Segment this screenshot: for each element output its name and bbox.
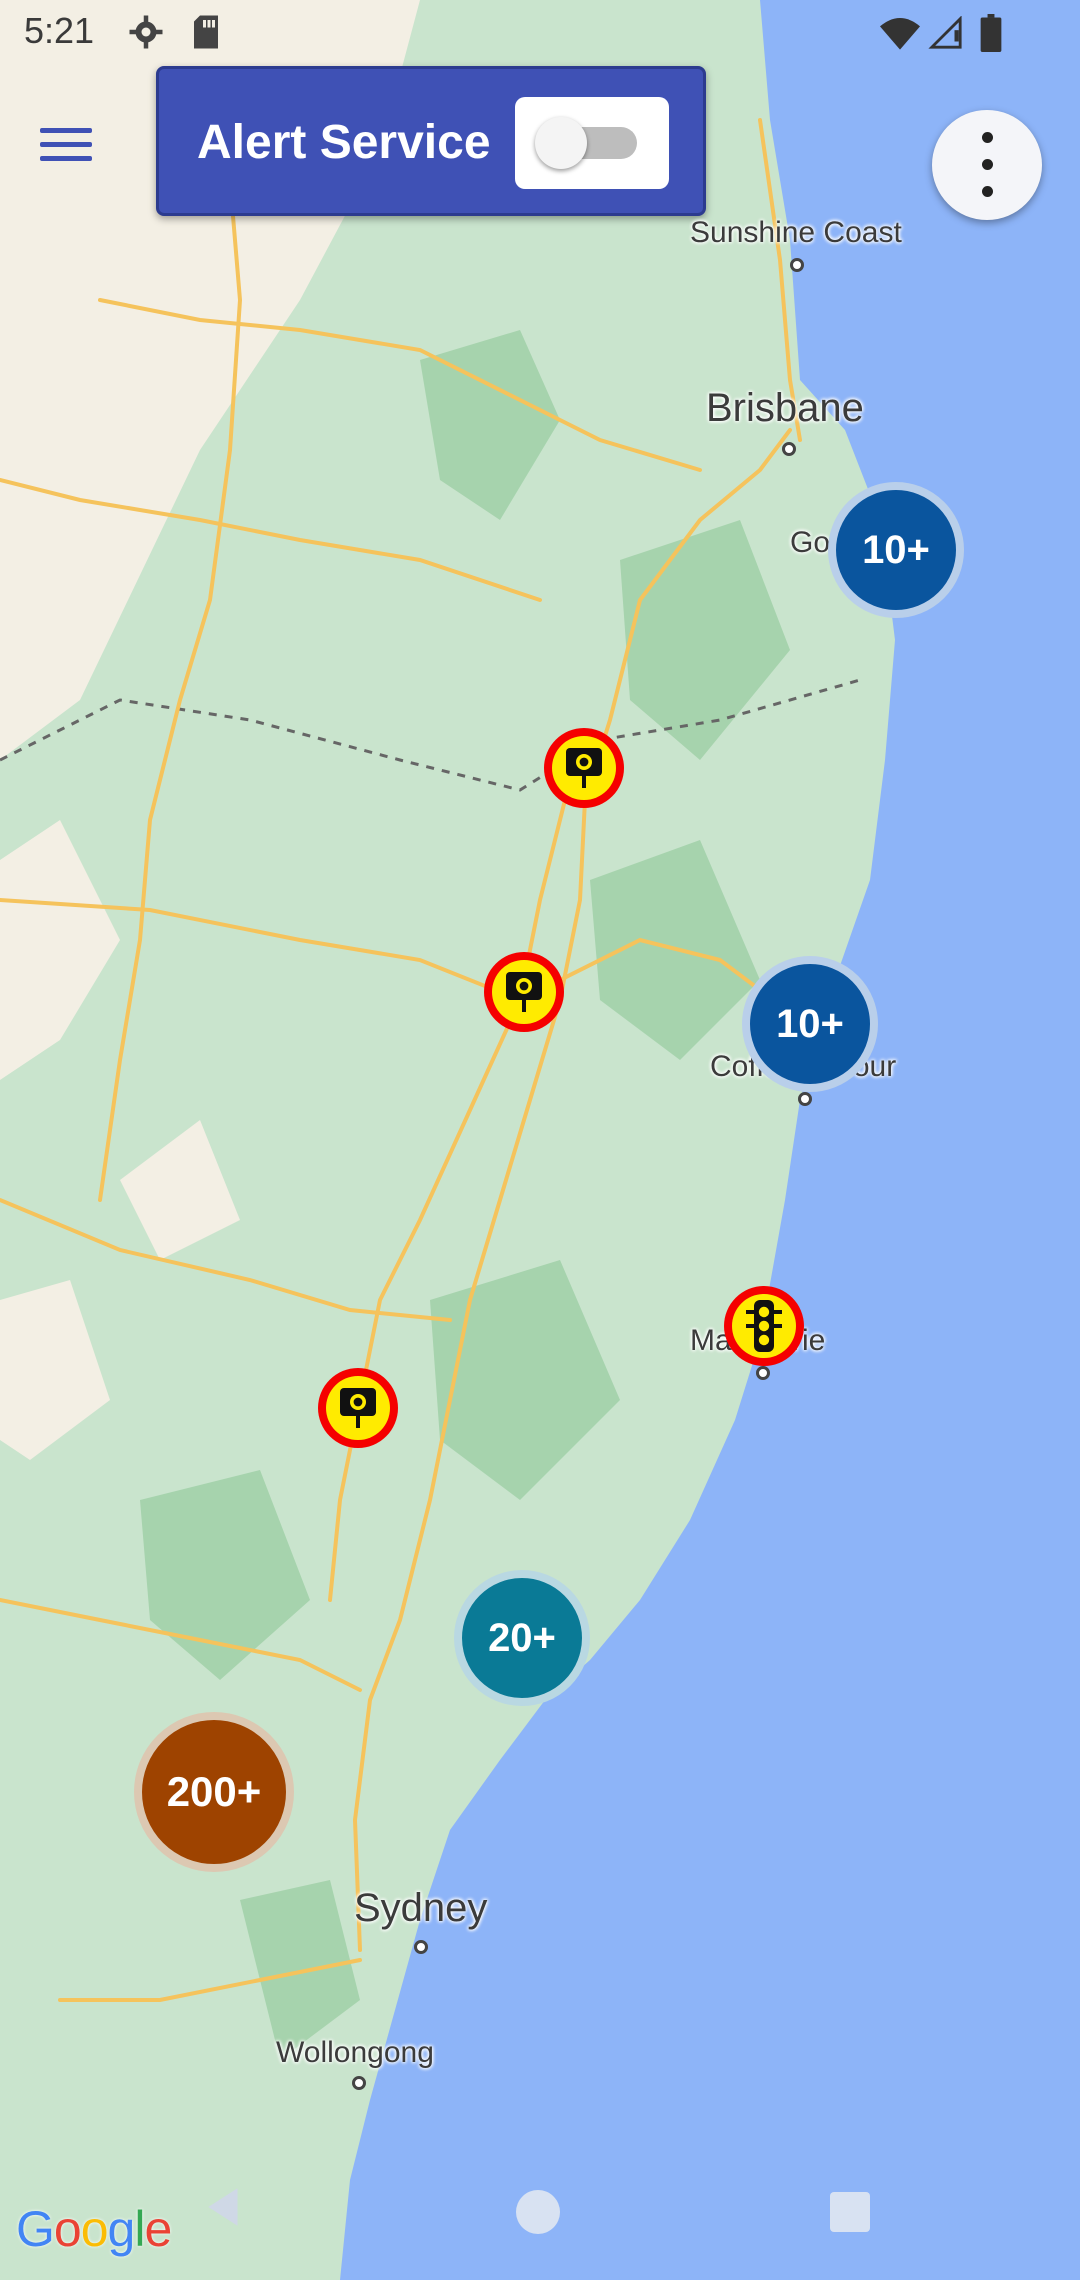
city-label-brisbane: Brisbane [706, 386, 864, 430]
status-bar: 5:21 [0, 0, 1080, 66]
camera-cluster-20[interactable]: 20+ [454, 1570, 590, 1706]
toggle-thumb [535, 117, 587, 169]
sunshine-coast-dot [790, 258, 804, 272]
more-options-icon[interactable] [932, 110, 1042, 220]
coffs-harbour-dot [798, 1092, 812, 1106]
camera-cluster-200[interactable]: 200+ [134, 1712, 294, 1872]
sydney-dot [414, 1940, 428, 1954]
hamburger-menu-icon[interactable] [40, 108, 112, 180]
sd-card-icon [194, 15, 218, 49]
battery-icon [980, 14, 1002, 52]
map-canvas[interactable] [0, 0, 1080, 2280]
alert-service-label: Alert Service [197, 116, 491, 169]
port-macquarie-dot [756, 1366, 770, 1380]
nav-back-icon[interactable] [200, 2182, 250, 2232]
camera-cluster-10-north[interactable]: 10+ [828, 482, 964, 618]
cellular-signal-icon [928, 16, 962, 49]
google-logo: Google [16, 2201, 172, 2257]
wifi-icon [880, 18, 920, 50]
traffic-light-camera-marker[interactable] [724, 1286, 804, 1366]
speed-camera-icon [566, 748, 602, 788]
camera-cluster-10-coffs[interactable]: 10+ [742, 956, 878, 1092]
alert-service-panel: Alert Service [156, 66, 706, 216]
status-time: 5:21 [24, 10, 95, 51]
speed-camera-icon [340, 1388, 376, 1428]
city-label-gold-coast: Go [790, 526, 831, 559]
city-label-sunshine-coast: Sunshine Coast [690, 216, 902, 249]
settings-gear-icon [129, 15, 163, 49]
city-label-wollongong: Wollongong [276, 2036, 434, 2069]
traffic-light-icon [746, 1300, 782, 1352]
brisbane-dot [782, 442, 796, 456]
speed-camera-marker[interactable] [544, 728, 624, 808]
city-label-sydney: Sydney [354, 1886, 488, 1930]
wollongong-dot [352, 2076, 366, 2090]
speed-camera-icon [506, 972, 542, 1012]
nav-home-icon[interactable] [516, 2190, 560, 2234]
alert-service-toggle[interactable] [515, 97, 669, 189]
nav-recents-icon[interactable] [830, 2192, 870, 2232]
speed-camera-marker[interactable] [484, 952, 564, 1032]
speed-camera-marker[interactable] [318, 1368, 398, 1448]
